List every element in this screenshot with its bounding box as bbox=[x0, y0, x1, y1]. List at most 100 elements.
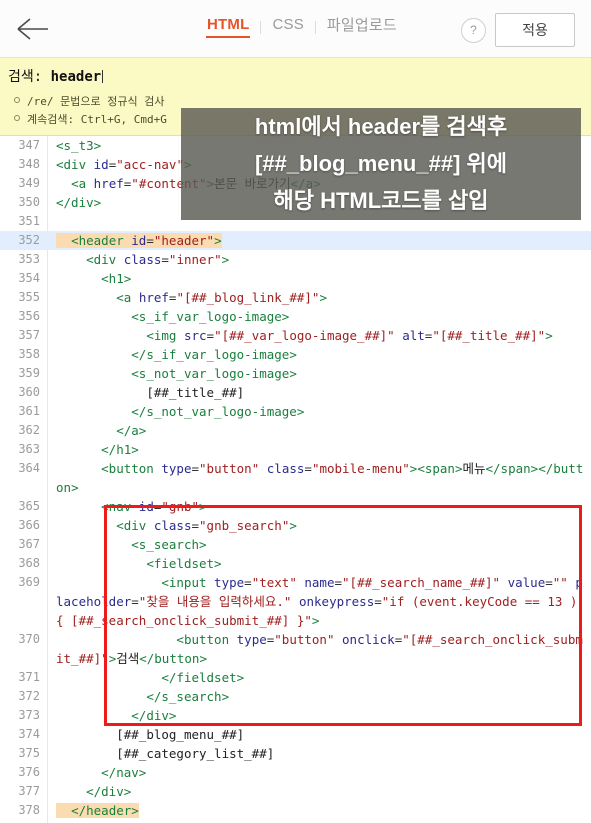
search-hint-next-label: 계속검색: Ctrl+G, Cmd+G bbox=[27, 113, 167, 126]
editor-toolbar: HTML CSS 파일업로드 ? 적용 bbox=[0, 0, 591, 58]
code-text[interactable]: </div> bbox=[56, 706, 591, 725]
code-lines-container[interactable]: 347 <s_t3> 348 <div id="acc-nav"> 349 <a hre… bbox=[0, 136, 591, 820]
code-text[interactable]: <div id="acc-nav"> bbox=[56, 155, 591, 174]
line-number: 364 bbox=[18, 461, 40, 475]
help-icon[interactable]: ? bbox=[461, 18, 486, 43]
line-number: 347 bbox=[18, 138, 40, 152]
code-text[interactable]: [##_category_list_##] bbox=[56, 744, 591, 763]
line-number: 363 bbox=[18, 442, 40, 456]
code-line[interactable]: 377 </div> bbox=[0, 782, 591, 801]
code-text[interactable]: <h1> bbox=[56, 269, 591, 288]
code-line[interactable]: 362 </a> bbox=[0, 421, 591, 440]
line-number: 349 bbox=[18, 176, 40, 190]
code-text[interactable]: <s_if_var_logo-image> bbox=[56, 307, 591, 326]
line-number: 367 bbox=[18, 537, 40, 551]
code-line[interactable]: 360 [##_title_##] bbox=[0, 383, 591, 402]
code-line[interactable]: 350 </div> bbox=[0, 193, 591, 212]
code-text[interactable]: <a href="[##_blog_link_##]"> bbox=[56, 288, 591, 307]
line-number: 372 bbox=[18, 689, 40, 703]
code-text[interactable]: </fieldset> bbox=[56, 668, 591, 687]
line-number: 358 bbox=[18, 347, 40, 361]
code-line[interactable]: 352 <header id="header"> bbox=[0, 231, 591, 250]
code-text[interactable]: </s_search> bbox=[56, 687, 591, 706]
line-number: 355 bbox=[18, 290, 40, 304]
code-line[interactable]: 356 <s_if_var_logo-image> bbox=[0, 307, 591, 326]
code-line[interactable]: 355 <a href="[##_blog_link_##]"> bbox=[0, 288, 591, 307]
code-line[interactable]: 353 <div class="inner"> bbox=[0, 250, 591, 269]
search-input[interactable]: header bbox=[51, 69, 102, 85]
code-line[interactable]: 354 <h1> bbox=[0, 269, 591, 288]
code-line[interactable]: 373 </div> bbox=[0, 706, 591, 725]
code-line[interactable]: 349 <a href="#content">본문 바로가기</a> bbox=[0, 174, 591, 193]
code-text[interactable]: </s_not_var_logo-image> bbox=[56, 402, 591, 421]
code-text[interactable]: <button type="button" class="mobile-menu… bbox=[56, 459, 591, 497]
line-number: 378 bbox=[18, 803, 40, 817]
back-button[interactable] bbox=[14, 13, 50, 45]
line-number: 354 bbox=[18, 271, 40, 285]
code-line[interactable]: 358 </s_if_var_logo-image> bbox=[0, 345, 591, 364]
bullet-icon bbox=[14, 97, 20, 103]
code-line[interactable]: 376 </nav> bbox=[0, 763, 591, 782]
code-line[interactable]: 367 <s_search> bbox=[0, 535, 591, 554]
code-text[interactable]: </a> bbox=[56, 421, 591, 440]
code-line[interactable]: 375 [##_category_list_##] bbox=[0, 744, 591, 763]
code-text[interactable]: </div> bbox=[56, 193, 591, 212]
line-number: 353 bbox=[18, 252, 40, 266]
code-line[interactable]: 351 bbox=[0, 212, 591, 231]
code-line[interactable]: 365 <nav id="gnb"> bbox=[0, 497, 591, 516]
search-label: 검색: bbox=[8, 69, 51, 85]
code-text[interactable]: </div> bbox=[56, 782, 591, 801]
code-line[interactable]: 374 [##_blog_menu_##] bbox=[0, 725, 591, 744]
code-text[interactable]: <s_t3> bbox=[56, 136, 591, 155]
code-line[interactable]: 364 <button type="button" class="mobile-… bbox=[0, 459, 591, 497]
code-text[interactable]: <header id="header"> bbox=[56, 231, 591, 250]
code-text[interactable]: <s_not_var_logo-image> bbox=[56, 364, 591, 383]
code-line[interactable]: 348 <div id="acc-nav"> bbox=[0, 155, 591, 174]
line-number: 361 bbox=[18, 404, 40, 418]
code-line[interactable]: 370 <button type="button" onclick="[##_s… bbox=[0, 630, 591, 668]
arrow-left-icon bbox=[17, 18, 48, 40]
tab-file-upload[interactable]: 파일업로드 bbox=[316, 14, 408, 40]
code-line[interactable]: 369 <input type="text" name="[##_search_… bbox=[0, 573, 591, 630]
code-line[interactable]: 378 </header> bbox=[0, 801, 591, 820]
tab-css[interactable]: CSS bbox=[261, 16, 314, 38]
code-text[interactable]: <a href="#content">본문 바로가기</a> bbox=[56, 174, 591, 193]
line-number: 360 bbox=[18, 385, 40, 399]
code-text[interactable]: <div class="gnb_search"> bbox=[56, 516, 591, 535]
code-line[interactable]: 361 </s_not_var_logo-image> bbox=[0, 402, 591, 421]
code-text[interactable]: <button type="button" onclick="[##_searc… bbox=[56, 630, 591, 668]
code-text[interactable]: <div class="inner"> bbox=[56, 250, 591, 269]
code-editor[interactable]: 347 <s_t3> 348 <div id="acc-nav"> 349 <a hre… bbox=[0, 136, 591, 823]
code-text[interactable]: <img src="[##_var_logo-image_##]" alt="[… bbox=[56, 326, 591, 345]
apply-button[interactable]: 적용 bbox=[495, 13, 575, 47]
search-field[interactable]: 검색: header bbox=[8, 66, 104, 86]
code-line[interactable]: 347 <s_t3> bbox=[0, 136, 591, 155]
code-line[interactable]: 368 <fieldset> bbox=[0, 554, 591, 573]
line-number: 350 bbox=[18, 195, 40, 209]
editor-tabs: HTML CSS 파일업로드 bbox=[196, 14, 408, 40]
line-number: 369 bbox=[18, 575, 40, 589]
code-line[interactable]: 363 </h1> bbox=[0, 440, 591, 459]
code-text[interactable]: </s_if_var_logo-image> bbox=[56, 345, 591, 364]
code-line[interactable]: 357 <img src="[##_var_logo-image_##]" al… bbox=[0, 326, 591, 345]
line-number: 356 bbox=[18, 309, 40, 323]
code-text[interactable]: </nav> bbox=[56, 763, 591, 782]
code-line[interactable]: 359 <s_not_var_logo-image> bbox=[0, 364, 591, 383]
code-text[interactable]: <s_search> bbox=[56, 535, 591, 554]
tab-html[interactable]: HTML bbox=[196, 16, 260, 38]
code-text[interactable]: [##_blog_menu_##] bbox=[56, 725, 591, 744]
code-text[interactable]: <fieldset> bbox=[56, 554, 591, 573]
text-caret bbox=[102, 70, 104, 83]
code-line[interactable]: 366 <div class="gnb_search"> bbox=[0, 516, 591, 535]
code-line[interactable]: 371 </fieldset> bbox=[0, 668, 591, 687]
line-number: 371 bbox=[18, 670, 40, 684]
code-text[interactable]: [##_title_##] bbox=[56, 383, 591, 402]
code-text[interactable]: </header> bbox=[56, 801, 591, 820]
code-line[interactable]: 372 </s_search> bbox=[0, 687, 591, 706]
line-number: 348 bbox=[18, 157, 40, 171]
code-text[interactable]: <input type="text" name="[##_search_name… bbox=[56, 573, 591, 630]
line-number: 373 bbox=[18, 708, 40, 722]
code-text[interactable]: </h1> bbox=[56, 440, 591, 459]
line-number: 365 bbox=[18, 499, 40, 513]
code-text[interactable]: <nav id="gnb"> bbox=[56, 497, 591, 516]
